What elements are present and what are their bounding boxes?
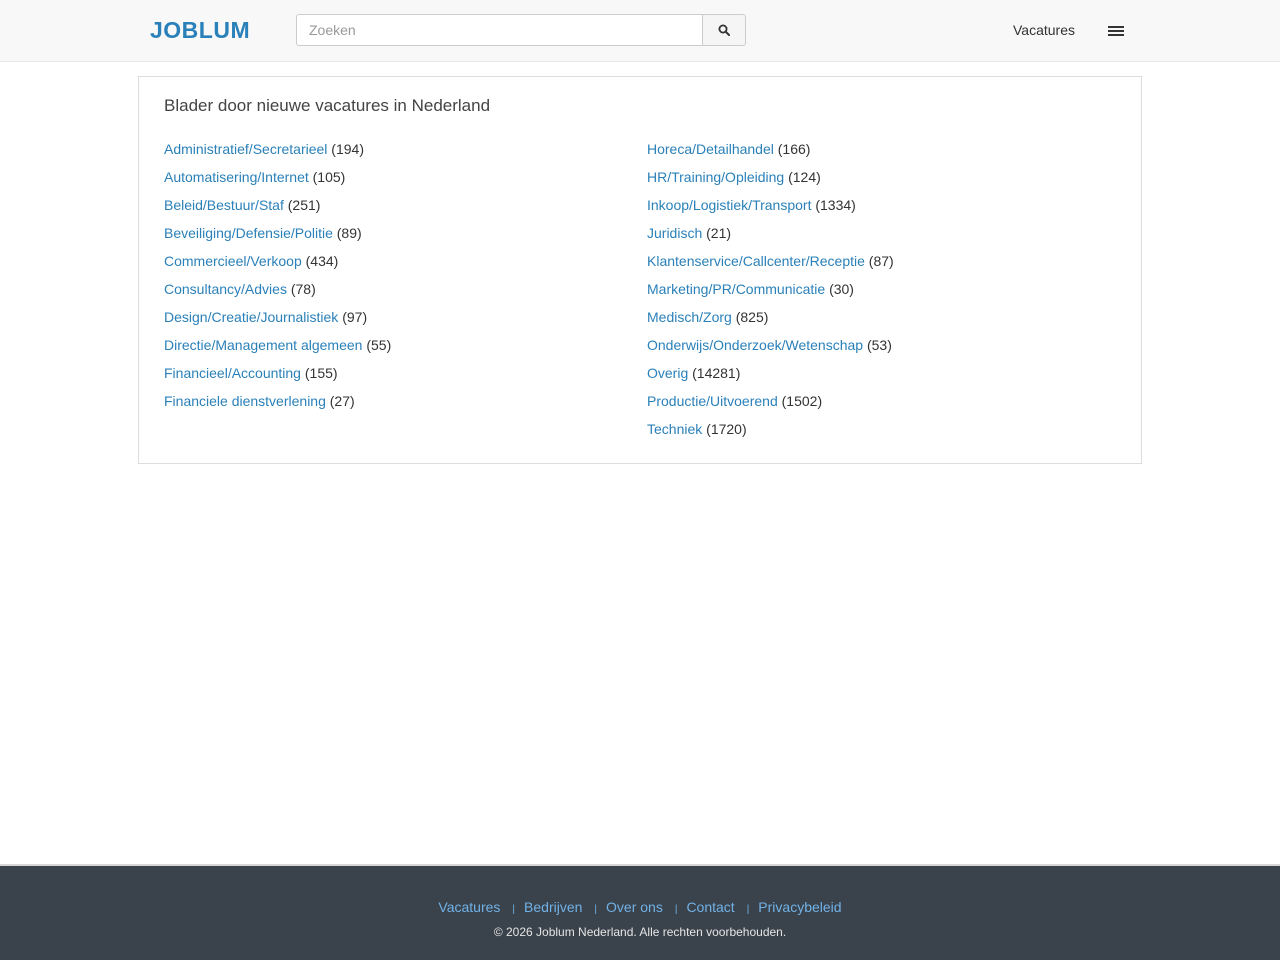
- category-count: (1502): [781, 393, 823, 409]
- footer-separator: |: [594, 904, 598, 915]
- category-link[interactable]: Inkoop/Logistiek/Transport: [647, 197, 811, 213]
- category-item: Overig (14281): [647, 363, 894, 391]
- category-item: Klantenservice/Callcenter/Receptie (87): [647, 251, 894, 279]
- category-item: Inkoop/Logistiek/Transport (1334): [647, 195, 894, 223]
- category-item: Directie/Management algemeen (55): [164, 335, 391, 363]
- category-count: (87): [868, 253, 894, 269]
- category-count: (53): [866, 337, 892, 353]
- category-item: Beleid/Bestuur/Staf (251): [164, 195, 391, 223]
- category-count: (89): [336, 225, 362, 241]
- footer-link[interactable]: Privacybeleid: [758, 899, 841, 915]
- category-count: (1334): [815, 197, 856, 213]
- hamburger-menu-icon: [1108, 26, 1124, 36]
- search-icon: [718, 24, 730, 36]
- panel-title: Blader door nieuwe vacatures in Nederlan…: [164, 96, 491, 115]
- search-input[interactable]: [296, 14, 703, 46]
- category-link[interactable]: Consultancy/Advies: [164, 281, 287, 297]
- categories-panel: Blader door nieuwe vacatures in Nederlan…: [138, 76, 1142, 464]
- category-count: (55): [366, 337, 392, 353]
- category-item: Consultancy/Advies (78): [164, 279, 391, 307]
- category-item: Medisch/Zorg (825): [647, 307, 894, 335]
- nav-link-vacatures[interactable]: Vacatures: [1013, 21, 1075, 39]
- category-link[interactable]: Onderwijs/Onderzoek/Wetenschap: [647, 337, 863, 353]
- category-count: (30): [829, 281, 854, 297]
- category-item: Administratief/Secretarieel (194): [164, 139, 391, 167]
- category-link[interactable]: Administratief/Secretarieel: [164, 141, 327, 157]
- category-link[interactable]: Techniek: [647, 421, 702, 437]
- category-count: (434): [305, 253, 339, 269]
- top-navbar: JOBLUM Vacatures: [0, 0, 1280, 62]
- footer-link[interactable]: Vacatures: [438, 899, 500, 915]
- category-item: Commercieel/Verkoop (434): [164, 251, 391, 279]
- category-link[interactable]: Medisch/Zorg: [647, 309, 732, 325]
- category-count: (251): [287, 197, 321, 213]
- category-link[interactable]: Productie/Uitvoerend: [647, 393, 778, 409]
- category-count: (14281): [692, 365, 741, 381]
- category-item: Techniek (1720): [647, 419, 894, 447]
- category-count: (155): [304, 365, 338, 381]
- footer: Vacatures | Bedrijven | Over ons | Contact | Pri…: [0, 864, 1280, 960]
- category-link[interactable]: Beveiliging/Defensie/Politie: [164, 225, 333, 241]
- category-link[interactable]: HR/Training/Opleiding: [647, 169, 784, 185]
- category-count: (97): [342, 309, 368, 325]
- footer-copyright: © 2026 Joblum Nederland. Alle rechten vo…: [493, 925, 787, 939]
- search-button[interactable]: [702, 14, 746, 46]
- footer-link[interactable]: Over ons: [606, 899, 663, 915]
- footer-link[interactable]: Bedrijven: [524, 899, 582, 915]
- footer-nav: Vacatures | Bedrijven | Over ons | Contact | Pri…: [0, 898, 1280, 919]
- category-item: Automatisering/Internet (105): [164, 167, 391, 195]
- category-link[interactable]: Beleid/Bestuur/Staf: [164, 197, 284, 213]
- footer-link[interactable]: Contact: [686, 899, 734, 915]
- category-count: (825): [735, 309, 769, 325]
- category-count: (21): [706, 225, 732, 241]
- category-count: (124): [788, 169, 821, 185]
- category-link[interactable]: Overig: [647, 365, 688, 381]
- category-count: (166): [777, 141, 811, 157]
- category-link[interactable]: Horeca/Detailhandel: [647, 141, 774, 157]
- category-count: (1720): [706, 421, 747, 437]
- category-column-right: Horeca/Detailhandel (166) HR/Training/Opl…: [647, 139, 894, 447]
- category-item: Juridisch (21): [647, 223, 894, 251]
- category-count: (194): [331, 141, 364, 157]
- category-count: (27): [329, 393, 355, 409]
- category-item: Beveiliging/Defensie/Politie (89): [164, 223, 391, 251]
- category-link[interactable]: Financiele dienstverlening: [164, 393, 326, 409]
- category-link[interactable]: Commercieel/Verkoop: [164, 253, 302, 269]
- menu-toggle-button[interactable]: [1100, 16, 1132, 46]
- category-link[interactable]: Juridisch: [647, 225, 702, 241]
- category-count: (78): [290, 281, 316, 297]
- category-item: Financieel/Accounting (155): [164, 363, 391, 391]
- category-item: Onderwijs/Onderzoek/Wetenschap (53): [647, 335, 894, 363]
- footer-separator: |: [674, 904, 678, 915]
- category-link[interactable]: Directie/Management algemeen: [164, 337, 362, 353]
- category-item: Productie/Uitvoerend (1502): [647, 391, 894, 419]
- footer-separator: |: [512, 904, 516, 915]
- category-link[interactable]: Design/Creatie/Journalistiek: [164, 309, 338, 325]
- category-item: Horeca/Detailhandel (166): [647, 139, 894, 167]
- category-link[interactable]: Automatisering/Internet: [164, 169, 309, 185]
- category-link[interactable]: Klantenservice/Callcenter/Receptie: [647, 253, 865, 269]
- category-item: HR/Training/Opleiding (124): [647, 167, 894, 195]
- category-count: (105): [312, 169, 346, 185]
- category-item: Financiele dienstverlening (27): [164, 391, 391, 419]
- joblum-logo[interactable]: JOBLUM: [150, 17, 250, 43]
- category-link[interactable]: Marketing/PR/Communicatie: [647, 281, 825, 297]
- category-item: Design/Creatie/Journalistiek (97): [164, 307, 391, 335]
- footer-separator: |: [746, 904, 750, 915]
- category-item: Marketing/PR/Communicatie (30): [647, 279, 894, 307]
- category-link[interactable]: Financieel/Accounting: [164, 365, 301, 381]
- category-column-left: Administratief/Secretarieel (194) Automat…: [164, 139, 391, 419]
